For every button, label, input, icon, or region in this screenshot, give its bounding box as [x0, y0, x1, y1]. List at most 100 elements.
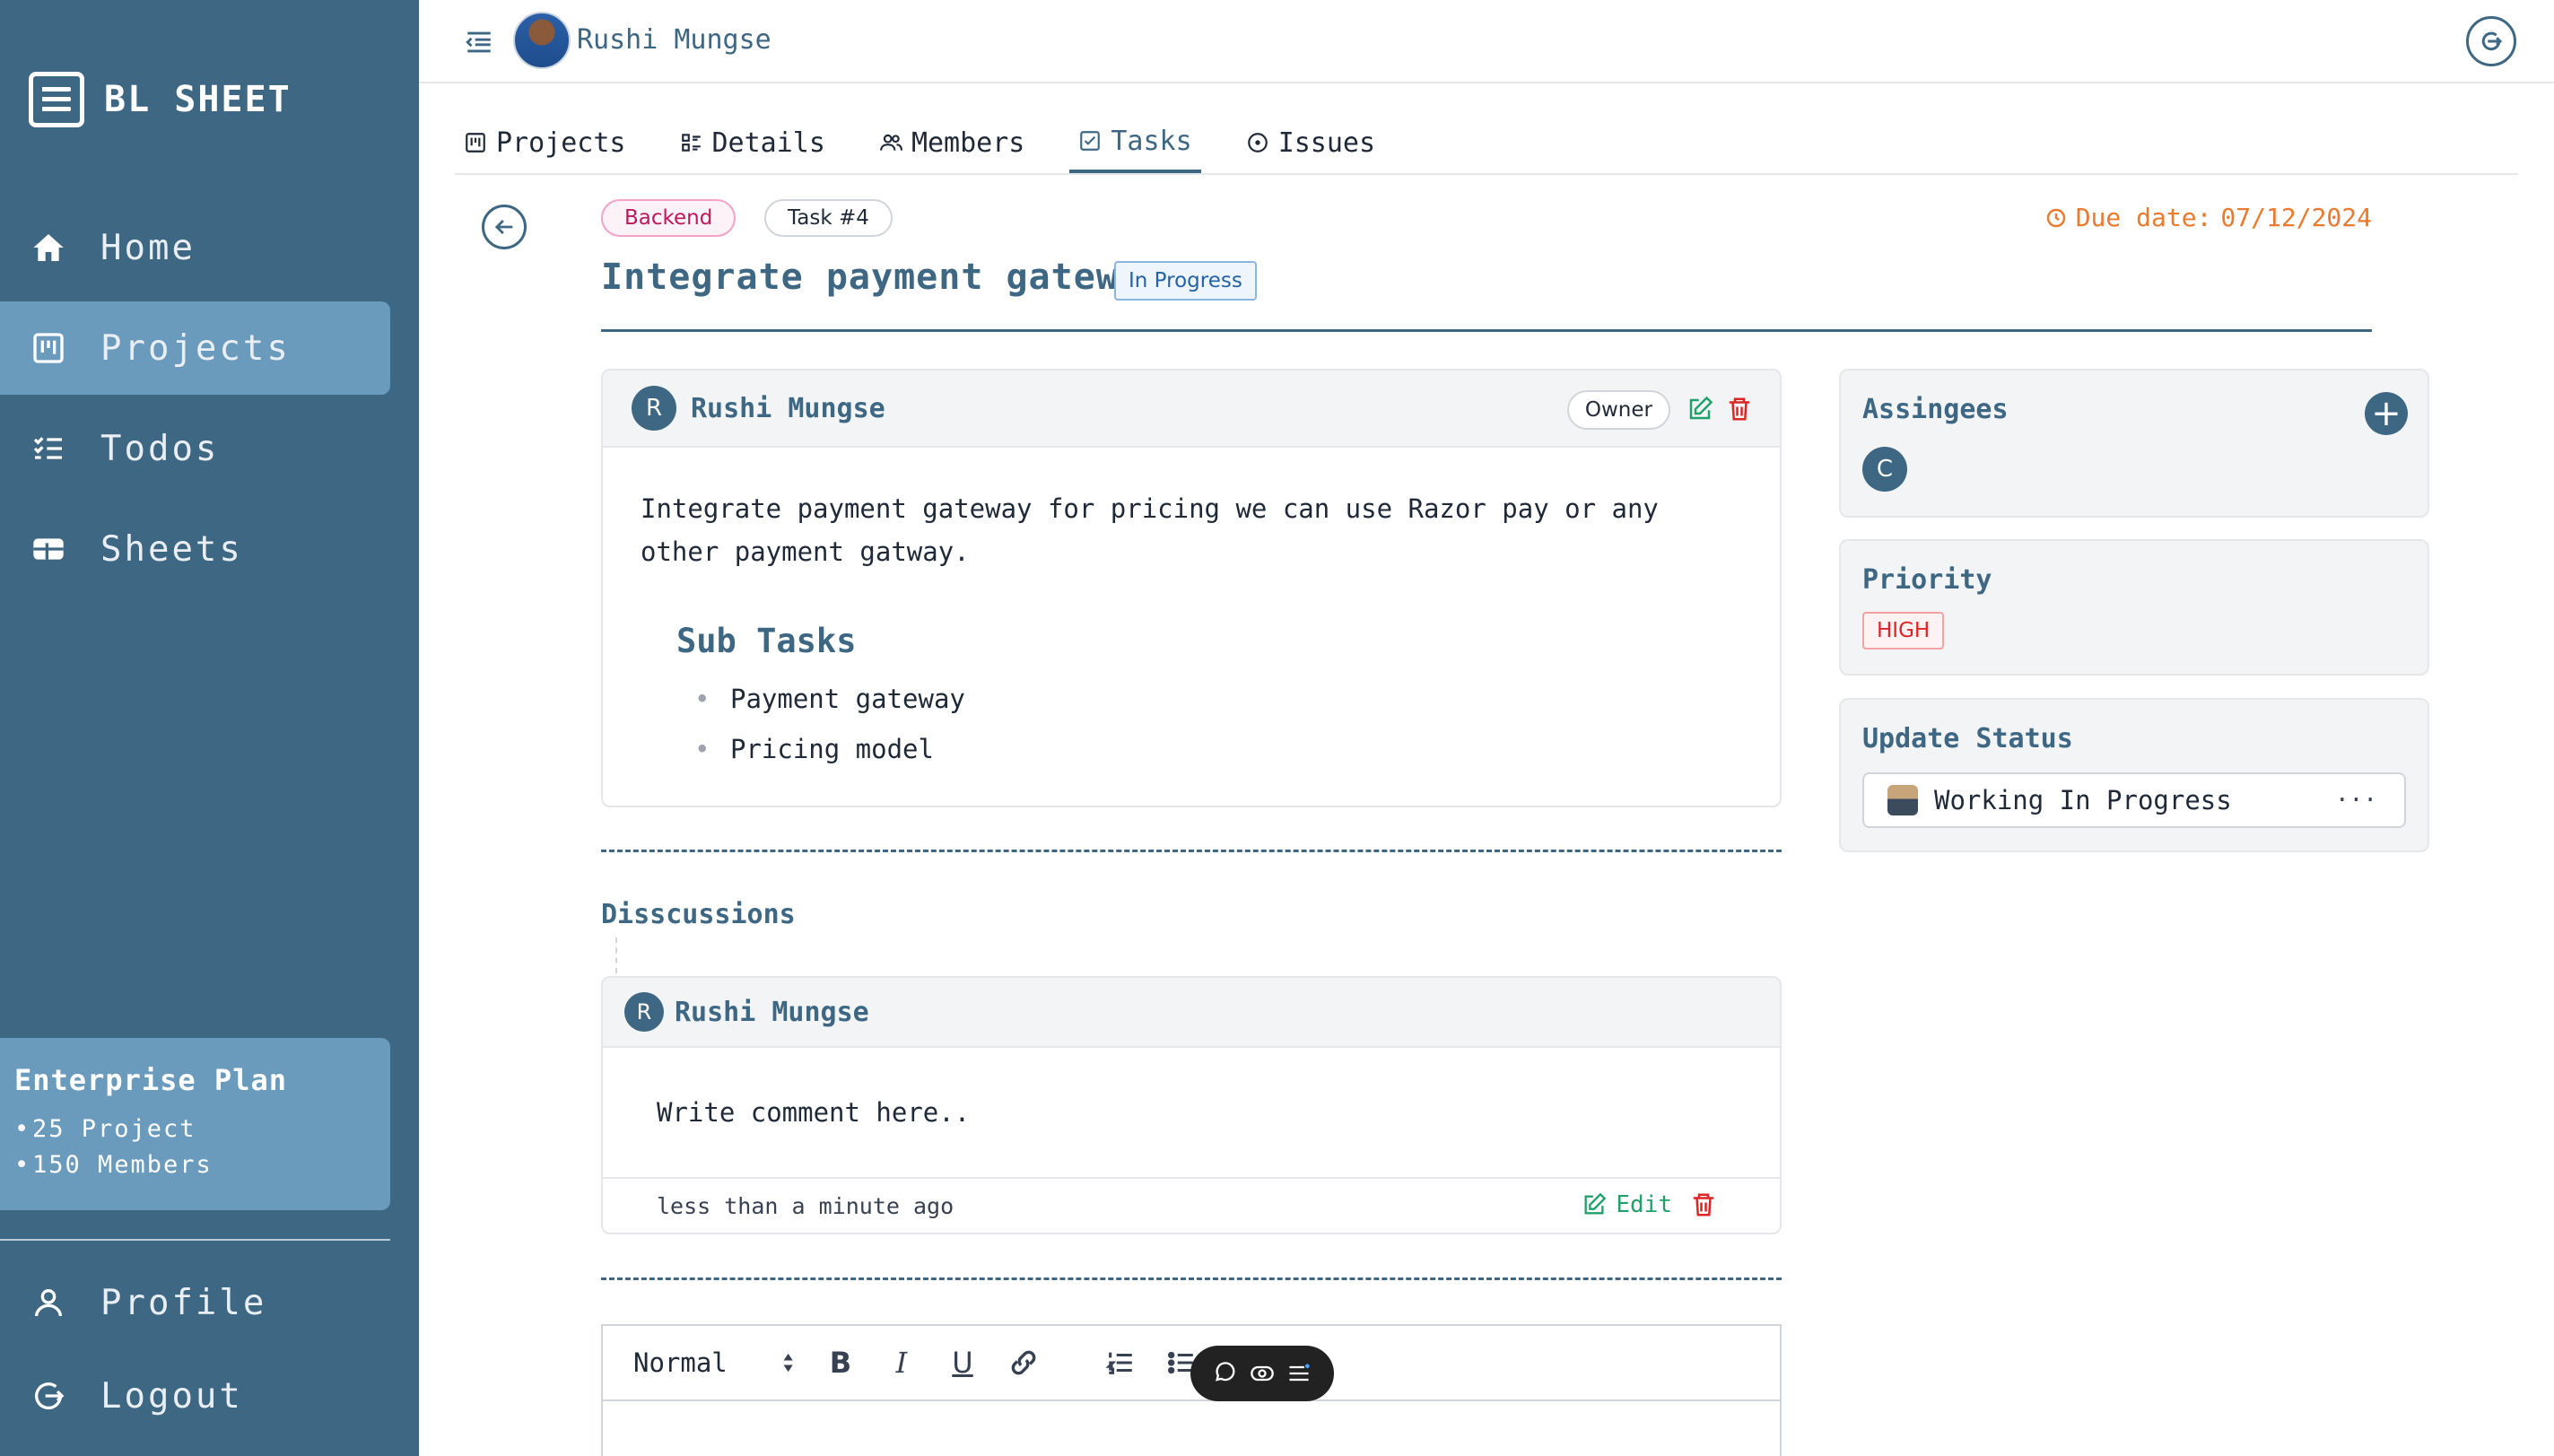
format-select[interactable]: Normal: [633, 1347, 795, 1378]
update-status-title: Update Status: [1862, 723, 2073, 754]
sidebar-item-todos[interactable]: Todos: [0, 402, 390, 495]
comment-text-value: Write comment here..: [657, 1097, 971, 1128]
sidebar-item-logout[interactable]: Logout: [0, 1349, 390, 1443]
edit-comment-button[interactable]: Edit: [1582, 1191, 1672, 1218]
notes-icon[interactable]: [1286, 1361, 1312, 1386]
board-icon: [466, 133, 485, 153]
collapse-menu-icon[interactable]: [464, 27, 494, 57]
priority-badge: HIGH: [1862, 612, 1945, 650]
user-icon: [29, 1283, 68, 1322]
comment-timestamp: less than a minute ago: [657, 1192, 954, 1219]
status-select[interactable]: Working In Progress ···: [1862, 772, 2406, 828]
comment-footer: less than a minute ago Edit: [603, 1177, 1780, 1233]
comment-icon[interactable]: [1213, 1361, 1238, 1386]
logout-button[interactable]: [2466, 16, 2516, 66]
sidebar-item-home[interactable]: Home: [0, 201, 390, 294]
section-divider: [601, 1277, 1782, 1280]
plan-feature: 150 Members: [14, 1147, 376, 1183]
edit-label: Edit: [1616, 1191, 1672, 1218]
status-badge: In Progress: [1114, 261, 1257, 301]
owner-badge: Owner: [1566, 390, 1670, 430]
priority-panel: Priority HIGH: [1839, 539, 2429, 676]
user-name: Rushi Mungse: [577, 24, 771, 56]
tab-label: Tasks: [1111, 125, 1192, 157]
bold-icon[interactable]: B: [825, 1346, 856, 1380]
tab-issues[interactable]: Issues: [1237, 112, 1384, 173]
topbar: Rushi Mungse: [419, 0, 2554, 83]
back-button[interactable]: [482, 205, 527, 249]
trash-icon[interactable]: [1690, 1191, 1717, 1218]
details-icon: [681, 134, 701, 152]
sidebar-item-label: Logout: [100, 1375, 243, 1417]
checkbox-icon: [1080, 131, 1101, 151]
due-date: Due date: 07/12/2024: [2045, 203, 2372, 232]
comment-card: R Rushi Mungse Write comment here.. less…: [601, 976, 1782, 1234]
owner-name: Rushi Mungse: [691, 392, 885, 424]
plan-title: Enterprise Plan: [14, 1063, 287, 1097]
board-icon: [29, 328, 68, 368]
clock-icon: [2046, 208, 2065, 227]
checklist-icon: [29, 429, 68, 468]
assignees-panel: Assingees + C: [1839, 369, 2429, 518]
tab-label: Details: [711, 126, 825, 159]
sidebar-item-label: Todos: [100, 428, 220, 469]
status-value: Working In Progress: [1934, 785, 2232, 815]
sidebar-item-label: Projects: [100, 327, 291, 369]
sheet-icon: [29, 529, 68, 569]
list-item: Payment gateway: [694, 674, 1742, 724]
tab-label: Members: [911, 126, 1025, 159]
trash-icon[interactable]: [1726, 396, 1753, 423]
tab-members[interactable]: Members: [870, 112, 1033, 173]
task-card-header: R Rushi Mungse Owner: [603, 371, 1780, 448]
sheet-logo-icon: [29, 72, 84, 127]
link-icon[interactable]: [1008, 1347, 1039, 1378]
sort-arrows-icon: [783, 1353, 793, 1373]
subtasks-title: Sub Tasks: [676, 622, 857, 660]
plan-feature: 25 Project: [14, 1112, 376, 1147]
sidebar-item-sheets[interactable]: Sheets: [0, 502, 390, 596]
italic-icon[interactable]: I: [886, 1346, 917, 1380]
discussions-title: Disscussions: [601, 899, 796, 930]
worker-emoji-icon: [1887, 785, 1918, 815]
arrow-left-icon: [494, 220, 513, 234]
edit-icon: [1584, 1192, 1607, 1215]
tab-label: Issues: [1277, 126, 1376, 159]
priority-title: Priority: [1862, 564, 1992, 596]
assignees-title: Assingees: [1862, 394, 2009, 425]
tab-label: Projects: [496, 126, 626, 159]
avatar[interactable]: [513, 12, 571, 69]
users-icon: [880, 134, 902, 151]
avatar[interactable]: C: [1862, 447, 1907, 492]
brand[interactable]: BL SHEET: [29, 72, 292, 127]
home-icon: [29, 228, 68, 267]
ordered-list-icon[interactable]: [1105, 1347, 1136, 1378]
edit-icon[interactable]: [1687, 396, 1713, 423]
task-description-card: R Rushi Mungse Owner Integrate payment g…: [601, 369, 1782, 807]
page-title: Integrate payment gateway: [601, 257, 1164, 298]
due-date-value: 07/12/2024: [2220, 203, 2372, 232]
tab-tasks[interactable]: Tasks: [1069, 112, 1201, 173]
due-date-label: Due date:: [2075, 203, 2212, 232]
floating-toolbar: [1190, 1346, 1334, 1401]
more-icon: ···: [2335, 787, 2377, 814]
task-number-badge: Task #4: [764, 199, 893, 237]
tab-projects[interactable]: Projects: [455, 112, 635, 173]
underline-icon[interactable]: U: [947, 1346, 978, 1380]
section-divider: [601, 850, 1782, 852]
sidebar-item-projects[interactable]: Projects: [0, 301, 390, 395]
comment-text: Write comment here..: [603, 1048, 1780, 1177]
logout-icon: [29, 1376, 68, 1416]
comment-author: Rushi Mungse: [675, 996, 869, 1028]
add-assignee-button[interactable]: +: [2365, 392, 2408, 435]
tab-bar: Projects Details Members Tasks Issues: [455, 112, 2518, 175]
category-tag: Backend: [601, 199, 737, 237]
plan-card: Enterprise Plan 25 Project 150 Members: [0, 1038, 390, 1210]
eye-icon[interactable]: [1250, 1361, 1275, 1386]
sidebar: BL SHEET Home Projects Todos Sheets Ente…: [0, 0, 419, 1456]
comment-header: R Rushi Mungse: [603, 978, 1780, 1048]
logout-icon: [2481, 31, 2503, 51]
sidebar-item-profile[interactable]: Profile: [0, 1256, 390, 1349]
list-item: Pricing model: [694, 724, 1742, 774]
thread-line: [615, 937, 617, 973]
tab-details[interactable]: Details: [671, 112, 834, 173]
